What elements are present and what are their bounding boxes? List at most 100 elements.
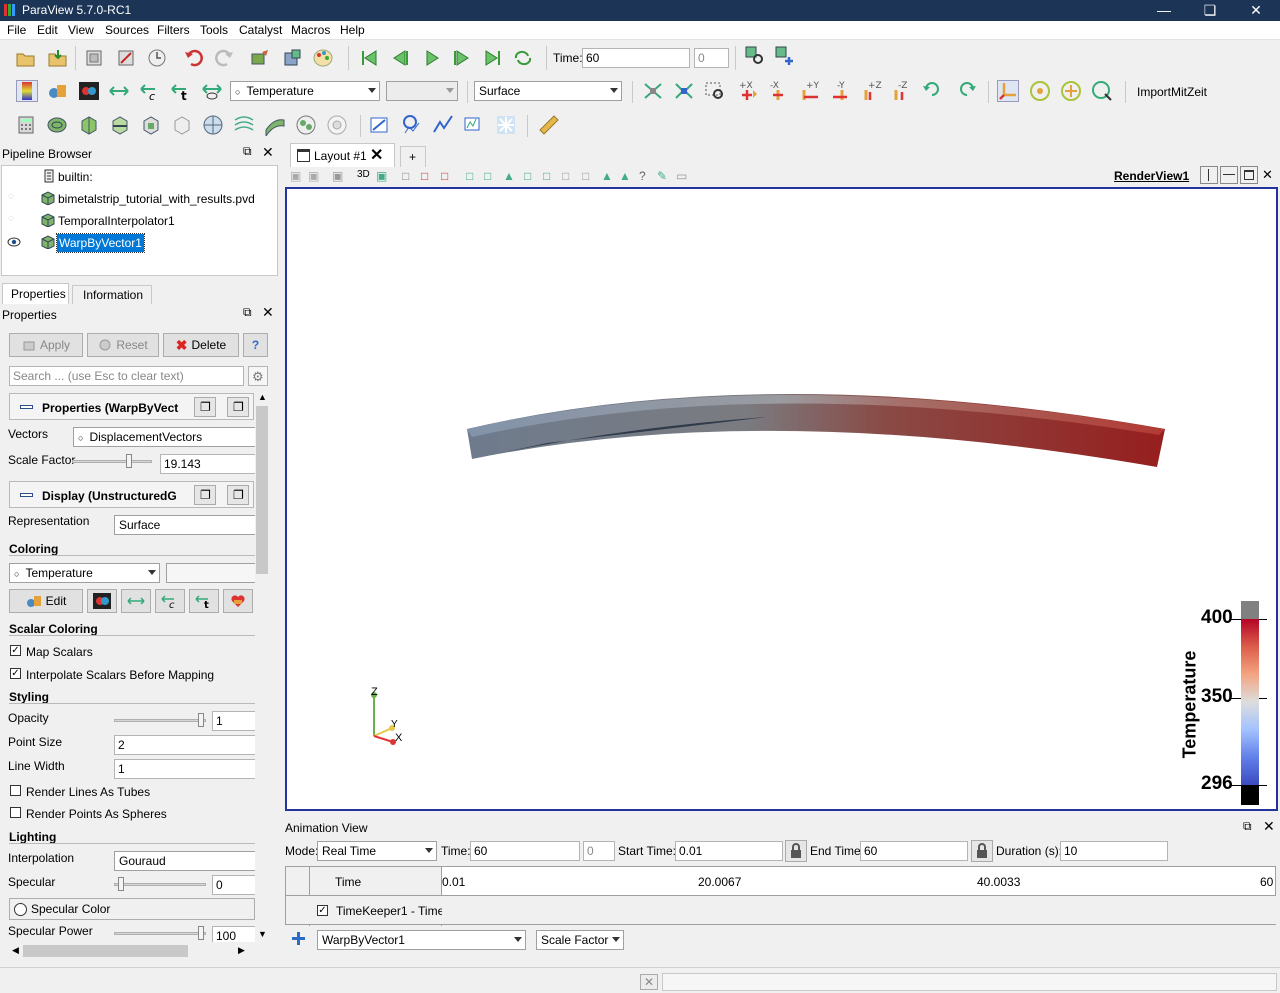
separate-color-map-button[interactable] [87, 589, 117, 613]
view-plus-z-icon[interactable]: +Z [860, 80, 882, 102]
view-plus-x-icon[interactable]: +X [736, 80, 758, 102]
use-separate-color-map-icon[interactable] [78, 80, 100, 102]
view-minus-y-icon[interactable]: -Y [829, 80, 851, 102]
disconnect-icon[interactable] [115, 47, 137, 69]
tab-properties[interactable]: Properties [2, 283, 69, 304]
loop-icon[interactable] [512, 47, 534, 69]
save-state-icon[interactable] [47, 47, 69, 69]
play-icon[interactable] [421, 47, 443, 69]
line-width-input[interactable]: 1 [114, 759, 255, 779]
interpolation-select[interactable]: Gouraud [114, 851, 255, 871]
menu-edit[interactable]: Edit [37, 23, 58, 37]
reset-button[interactable]: Reset [87, 333, 159, 357]
view-plus-y-icon[interactable]: +Y [798, 80, 820, 102]
visibility-on-eye-icon[interactable] [7, 237, 21, 247]
horizontal-scrollbar-thumb[interactable] [23, 945, 188, 957]
extract-level-icon[interactable] [326, 114, 348, 136]
scale-factor-slider-thumb[interactable] [126, 454, 132, 468]
ruler-icon[interactable] [538, 114, 560, 136]
maximize-view-icon[interactable] [1240, 166, 1258, 184]
float-panel-icon[interactable]: ⧉ [243, 306, 252, 318]
restore-button[interactable]: ❏ [1187, 0, 1233, 21]
specular-color-button[interactable]: Specular Color [9, 898, 255, 920]
edit-color-map-button[interactable]: Edit [9, 589, 83, 613]
apply-button[interactable]: Apply [9, 333, 83, 357]
save-screenshot-icon[interactable]: ▣ [308, 169, 319, 183]
toggle-labels-icon[interactable]: □ [582, 169, 589, 183]
render-lines-as-tubes-checkbox[interactable] [10, 785, 21, 796]
rescale-custom-range-icon[interactable]: c [139, 80, 161, 102]
menu-sources[interactable]: Sources [105, 23, 149, 37]
pipeline-item-temporal-interpolator[interactable]: ◌ TemporalInterpolator1 [2, 210, 277, 231]
duration-input[interactable]: 10 [1060, 841, 1168, 861]
properties-search-input[interactable]: Search ... (use Esc to clear text) [9, 366, 244, 386]
zoom-to-box-icon[interactable] [704, 80, 726, 102]
view-minus-z-icon[interactable]: -Z [890, 80, 912, 102]
histogram-icon[interactable] [463, 114, 485, 136]
representation-combo[interactable]: Surface [114, 515, 255, 535]
adjust-camera-icon[interactable]: ▣ [376, 169, 387, 183]
time-input[interactable]: 60 [582, 48, 690, 68]
edit-color-map-icon[interactable] [47, 80, 69, 102]
clear-selection-icon[interactable]: □ [562, 169, 569, 183]
time-index-spinbox[interactable]: 0 [694, 48, 729, 68]
select-block-icon[interactable]: □ [466, 169, 473, 183]
stream-tracer-icon[interactable] [233, 114, 255, 136]
specular-power-input[interactable]: 100 [212, 926, 255, 942]
clip-icon[interactable] [78, 114, 100, 136]
choose-preset-button[interactable] [223, 589, 253, 613]
scroll-left-icon[interactable]: ◀ [12, 945, 19, 956]
help-button[interactable]: ? [243, 333, 268, 357]
animation-property-select[interactable]: Scale Factor [536, 930, 624, 950]
end-time-lock-icon[interactable] [971, 840, 993, 862]
animation-mode-select[interactable]: Real Time [317, 841, 437, 861]
split-vertical-icon[interactable] [1220, 166, 1238, 184]
display-group-header[interactable]: Display (UnstructuredG ❐ ❐ [9, 481, 254, 508]
map-scalars-checkbox[interactable]: ✓ [10, 645, 21, 656]
open-file-icon[interactable] [15, 47, 37, 69]
add-camera-link-icon[interactable] [774, 45, 796, 67]
menu-file[interactable]: File [7, 23, 26, 37]
camera-undo-icon[interactable] [249, 47, 271, 69]
first-frame-icon[interactable] [358, 47, 380, 69]
paste-icon[interactable]: ❐ [227, 485, 249, 505]
close-view-icon[interactable]: ✕ [1262, 167, 1273, 183]
scroll-down-icon[interactable]: ▼ [258, 929, 267, 939]
visibility-off-eye-icon[interactable]: ◌ [8, 191, 14, 202]
menu-catalyst[interactable]: Catalyst [239, 23, 282, 37]
select-polygon-icon[interactable]: □ [484, 169, 491, 183]
start-time-input[interactable]: 0.01 [675, 841, 783, 861]
component-select[interactable] [386, 81, 458, 101]
view-minus-x-icon[interactable]: -X [767, 80, 789, 102]
scale-factor-slider[interactable] [72, 460, 152, 463]
plot-over-time-icon[interactable] [495, 114, 517, 136]
warp-by-vector-icon[interactable] [264, 114, 286, 136]
toggle-3d-button[interactable]: 3D [357, 169, 370, 180]
pick-center-icon[interactable] [1091, 80, 1113, 102]
auto-apply-icon[interactable] [146, 47, 168, 69]
hover-points-icon[interactable]: ▲ [601, 169, 613, 183]
copy-icon[interactable]: ❐ [194, 485, 216, 505]
add-layout-tab-button[interactable]: + [400, 146, 426, 167]
close-window-button[interactable]: ✕ [1233, 0, 1279, 21]
specular-input[interactable]: 0 [212, 875, 255, 895]
tab-information[interactable]: Information [72, 285, 152, 304]
paste-icon[interactable]: ❐ [227, 397, 249, 417]
render-points-as-spheres-checkbox[interactable] [10, 807, 21, 818]
pipeline-item-warp-by-vector[interactable]: WarpByVector1 [2, 232, 277, 253]
edit-selection-icon[interactable]: ✎ [657, 169, 667, 183]
float-panel-icon[interactable]: ⧉ [1243, 819, 1252, 834]
minimize-button[interactable]: — [1141, 0, 1187, 21]
plot-over-line-icon[interactable] [369, 114, 391, 136]
end-time-input[interactable]: 60 [860, 841, 968, 861]
extract-subset-icon[interactable] [171, 114, 193, 136]
color-by-select[interactable]: ○ Temperature [230, 81, 380, 101]
specular-power-slider-thumb[interactable] [198, 926, 204, 940]
select-points-on-icon[interactable]: □ [421, 169, 428, 183]
scale-factor-input[interactable]: 19.143 [160, 454, 255, 474]
vertical-scrollbar-thumb[interactable] [256, 406, 268, 574]
menu-filters[interactable]: Filters [157, 23, 190, 37]
connect-icon[interactable] [83, 47, 105, 69]
properties-vertical-scrollbar[interactable]: ▲ ▼ [255, 392, 269, 942]
start-time-lock-icon[interactable] [785, 840, 807, 862]
